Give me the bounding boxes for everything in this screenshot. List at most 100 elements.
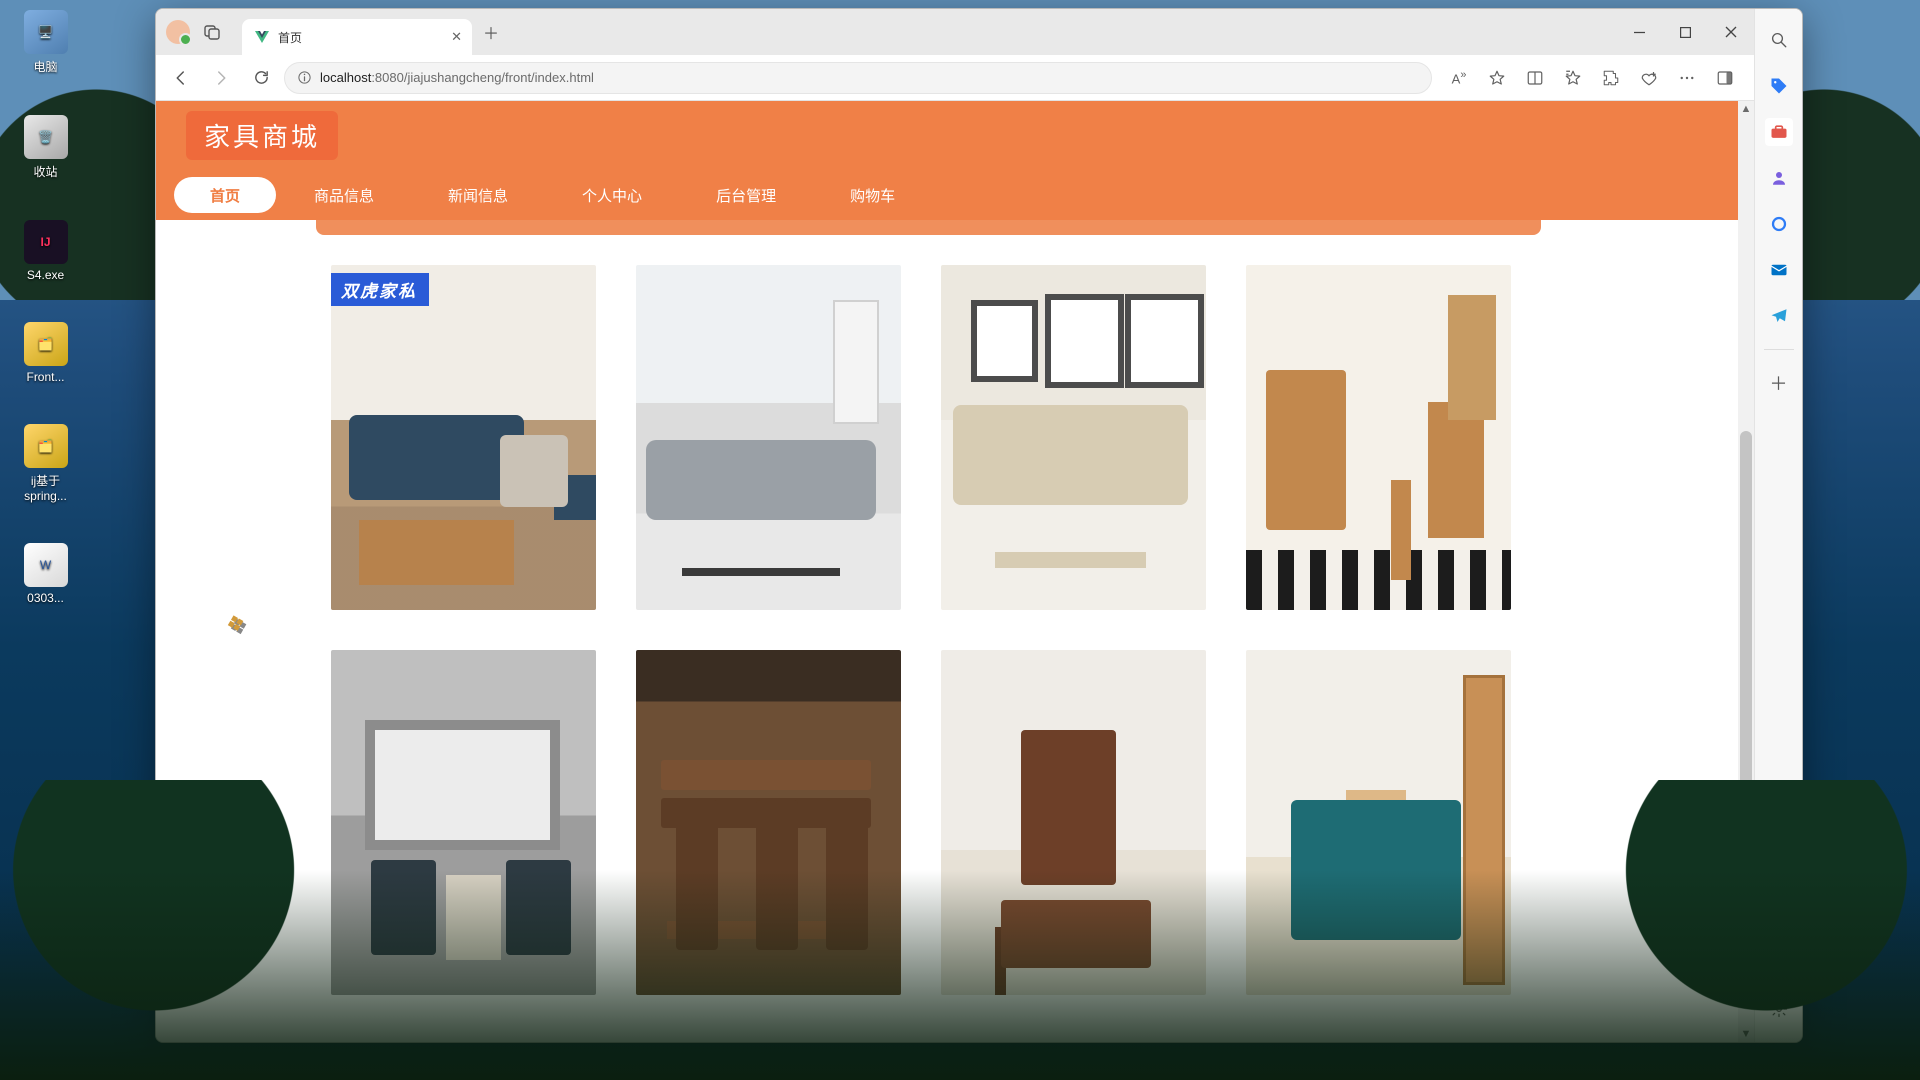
sidebar-games-button[interactable] — [1765, 164, 1793, 192]
desktop-icons: 🖥️ 电脑 🗑️ 收站 IJ S4.exe 🗂️ Front... 🗂️ ij基… — [8, 10, 83, 605]
sidebar-toggle-icon — [1716, 69, 1734, 87]
collections-button[interactable] — [1632, 61, 1666, 95]
browser-titlebar: 首页 ✕ ＋ — [156, 9, 1754, 55]
browser-main: 首页 ✕ ＋ — [156, 9, 1754, 1042]
product-image — [941, 265, 1206, 610]
url-port: :8080 — [371, 70, 404, 85]
product-image — [331, 650, 596, 995]
tab-actions-button[interactable] — [196, 16, 228, 48]
outlook-icon — [1770, 261, 1788, 279]
toolbox-icon — [1769, 122, 1789, 142]
nav-news[interactable]: 新闻信息 — [412, 177, 544, 213]
sidebar-shopping-button[interactable] — [1765, 72, 1793, 100]
window-maximize-button[interactable] — [1662, 9, 1708, 55]
product-card[interactable] — [636, 265, 901, 610]
product-card[interactable] — [1246, 650, 1511, 995]
product-image — [331, 265, 596, 610]
sidebar-add-button[interactable]: ＋ — [1765, 369, 1793, 397]
profile-avatar[interactable] — [166, 20, 190, 44]
product-card[interactable]: 双虎家私 — [331, 265, 596, 610]
collections-icon — [1640, 69, 1658, 87]
banner-strip — [316, 220, 1541, 235]
sidebar-search-button[interactable] — [1765, 26, 1793, 54]
minimize-icon — [1634, 27, 1645, 38]
desktop-icon-front[interactable]: 🗂️ Front... — [8, 322, 83, 384]
browser-toolbar: localhost:8080/jiajushangcheng/front/ind… — [156, 55, 1754, 101]
folder-icon: 🗂️ — [24, 322, 68, 366]
site-header: 家具商城 首页 商品信息 新闻信息 个人中心 后台管理 购物车 — [156, 101, 1738, 220]
workspaces-icon — [204, 24, 220, 40]
nav-profile[interactable]: 个人中心 — [546, 177, 678, 213]
browser-window: 首页 ✕ ＋ — [155, 8, 1803, 1043]
pc-icon: 🖥️ — [24, 10, 68, 54]
read-aloud-button[interactable]: A» — [1442, 61, 1476, 95]
nav-forward-button[interactable] — [204, 61, 238, 95]
sidebar-screenshot-button[interactable] — [1765, 931, 1793, 959]
product-card[interactable] — [636, 650, 901, 995]
product-card[interactable] — [941, 650, 1206, 995]
copilot-sidebar-toggle[interactable] — [1708, 61, 1742, 95]
desktop-icon-label: 收站 — [33, 163, 57, 180]
sidebar-settings-button[interactable] — [1765, 995, 1793, 1023]
nav-back-button[interactable] — [164, 61, 198, 95]
edge-sidebar: ＋ — [1754, 9, 1802, 1042]
desktop-icon-label: S4.exe — [27, 268, 64, 282]
more-button[interactable] — [1670, 61, 1704, 95]
site-nav: 首页 商品信息 新闻信息 个人中心 后台管理 购物车 — [156, 170, 1738, 220]
desktop-icon-recycle-bin[interactable]: 🗑️ 收站 — [8, 115, 83, 180]
window-minimize-button[interactable] — [1616, 9, 1662, 55]
document-icon: W — [24, 543, 68, 587]
split-screen-icon — [1526, 69, 1544, 87]
page-scrollbar-track[interactable]: ▲ ▼ — [1738, 101, 1754, 1042]
desktop-icon-label: Front... — [26, 370, 64, 384]
product-card[interactable] — [941, 265, 1206, 610]
desktop-icon-0303[interactable]: W 0303... — [8, 543, 83, 605]
window-controls — [1616, 9, 1754, 55]
sidebar-outlook-button[interactable] — [1765, 256, 1793, 284]
desktop-icon-label: ij基于 spring... — [24, 472, 67, 503]
nav-refresh-button[interactable] — [244, 61, 278, 95]
read-aloud-icon: A» — [1452, 69, 1467, 86]
maximize-icon — [1680, 27, 1691, 38]
site-logo[interactable]: 家具商城 — [186, 111, 338, 160]
browser-tab[interactable]: 首页 ✕ — [242, 19, 472, 55]
sidebar-tools-button[interactable] — [1765, 118, 1793, 146]
scrollbar-down-button[interactable]: ▼ — [1738, 1026, 1754, 1042]
favorite-button[interactable] — [1480, 61, 1514, 95]
site-info-icon — [297, 70, 312, 85]
url-host: localhost — [320, 70, 371, 85]
extensions-button[interactable] — [1594, 61, 1628, 95]
sidebar-divider — [1764, 349, 1794, 350]
office-icon — [1770, 215, 1788, 233]
product-card[interactable] — [1246, 265, 1511, 610]
nav-admin[interactable]: 后台管理 — [680, 177, 812, 213]
desktop: 🖥️ 电脑 🗑️ 收站 IJ S4.exe 🗂️ Front... 🗂️ ij基… — [0, 0, 1920, 1080]
app-icon: IJ — [24, 220, 68, 264]
scrollbar-up-button[interactable]: ▲ — [1738, 101, 1754, 117]
desktop-icon-spring[interactable]: 🗂️ ij基于 spring... — [8, 424, 83, 503]
new-tab-button[interactable]: ＋ — [476, 17, 506, 47]
product-card[interactable] — [331, 650, 596, 995]
product-image — [1246, 265, 1511, 610]
nav-cart[interactable]: 购物车 — [814, 177, 931, 213]
address-bar[interactable]: localhost:8080/jiajushangcheng/front/ind… — [284, 62, 1432, 94]
window-close-button[interactable] — [1708, 9, 1754, 55]
url-path: /jiajushangcheng/front/index.html — [404, 70, 594, 85]
sidebar-telegram-button[interactable] — [1765, 302, 1793, 330]
page-content: 家具商城 首页 商品信息 新闻信息 个人中心 后台管理 购物车 ❖ — [156, 101, 1738, 1042]
sidebar-office-button[interactable] — [1765, 210, 1793, 238]
page-scrollbar-thumb[interactable] — [1740, 431, 1752, 911]
desktop-icon-this-pc[interactable]: 🖥️ 电脑 — [8, 10, 83, 75]
product-image — [1246, 650, 1511, 995]
extensions-icon — [1602, 69, 1620, 87]
close-icon — [1725, 26, 1737, 38]
favorites-list-button[interactable] — [1556, 61, 1590, 95]
split-screen-button[interactable] — [1518, 61, 1552, 95]
nav-home[interactable]: 首页 — [174, 177, 276, 213]
desktop-icon-s4exe[interactable]: IJ S4.exe — [8, 220, 83, 282]
nav-products[interactable]: 商品信息 — [278, 177, 410, 213]
product-grid-section: 双虎家私 — [156, 235, 1738, 995]
tab-close-button[interactable]: ✕ — [451, 29, 462, 45]
favorites-list-icon — [1564, 69, 1582, 87]
vue-favicon-icon — [254, 29, 270, 45]
